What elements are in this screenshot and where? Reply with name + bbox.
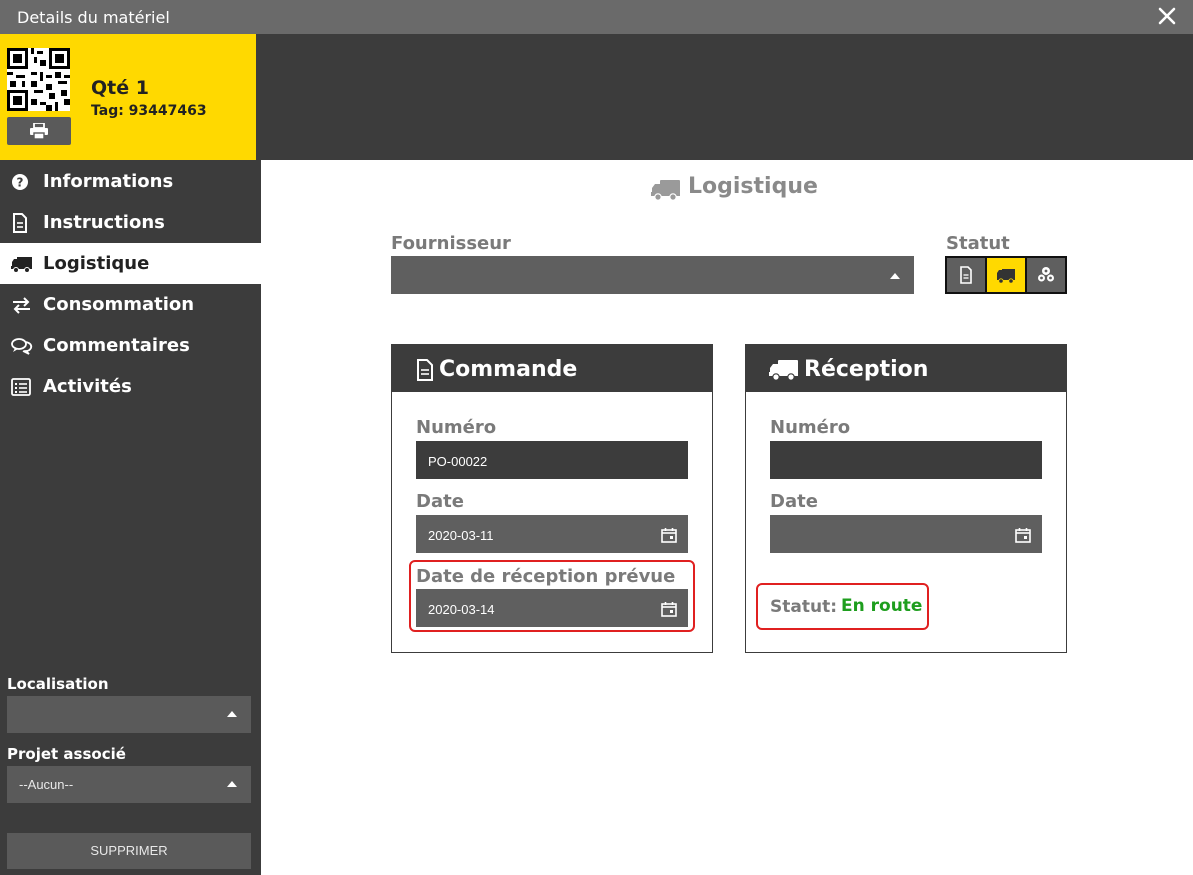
project-label: Projet associé: [7, 745, 126, 763]
header-band: [256, 34, 1193, 160]
svg-text:?: ?: [17, 176, 24, 190]
qr-code-icon: [7, 48, 70, 111]
tag-label: Tag: 93447463: [91, 103, 207, 119]
print-button[interactable]: [7, 117, 71, 145]
supplier-label: Fournisseur: [391, 233, 511, 254]
sidebar-item-activites[interactable]: Activités: [0, 366, 261, 407]
document-icon: [13, 213, 27, 233]
caret-up-icon: [890, 273, 900, 279]
window-title: Details du matériel: [17, 8, 170, 27]
order-date-input[interactable]: 2020-03-11: [416, 515, 688, 553]
sidebar-item-label: Instructions: [43, 212, 165, 233]
sidebar-item-informations[interactable]: ? Informations: [0, 161, 261, 202]
close-icon[interactable]: [1155, 4, 1179, 28]
status-ordered-button[interactable]: [947, 258, 985, 292]
truck-icon: [769, 360, 798, 381]
order-panel-header: Commande: [392, 345, 712, 392]
exchange-arrows-icon: [13, 297, 30, 314]
material-details-window: Details du matériel Qté 1 Tag: 93447463 …: [0, 0, 1193, 875]
print-icon: [30, 123, 48, 139]
sidebar: ? Informations Instructions Logistique C…: [0, 160, 261, 875]
reception-panel: Réception Numéro Date Statut: En route: [745, 344, 1067, 653]
document-icon: [960, 266, 972, 284]
sidebar-item-label: Informations: [43, 171, 174, 192]
sidebar-item-instructions[interactable]: Instructions: [0, 202, 261, 243]
location-select[interactable]: [7, 696, 251, 733]
status-label: Statut: [946, 233, 1010, 254]
sidebar-item-label: Activités: [43, 376, 132, 397]
sidebar-item-label: Consommation: [43, 294, 195, 315]
list-icon: [11, 378, 31, 396]
sidebar-item-label: Logistique: [43, 253, 150, 274]
caret-up-icon: [227, 711, 237, 717]
supplier-select[interactable]: [391, 256, 914, 294]
sidebar-item-consommation[interactable]: Consommation: [0, 284, 261, 325]
project-value: --Aucun--: [19, 777, 74, 792]
order-number-input[interactable]: PO-00022: [416, 441, 688, 479]
reception-date-label: Date: [770, 491, 818, 512]
project-select[interactable]: --Aucun--: [7, 766, 251, 803]
truck-icon: [997, 269, 1015, 284]
order-date-label: Date: [416, 491, 464, 512]
truck-icon: [651, 180, 680, 201]
sidebar-item-commentaires[interactable]: Commentaires: [0, 325, 261, 366]
quantity-label: Qté 1: [91, 77, 149, 99]
item-header: Qté 1 Tag: 93447463: [0, 34, 256, 160]
reception-panel-title: Réception: [804, 357, 929, 382]
expected-date-highlight: [409, 560, 695, 632]
question-circle-icon: ?: [12, 174, 28, 190]
reception-date-input[interactable]: [770, 515, 1042, 553]
status-in-transit-button[interactable]: [987, 258, 1025, 292]
truck-icon: [11, 257, 32, 273]
logistics-panel: Logistique Fournisseur Statut Commande N…: [261, 160, 1193, 875]
order-number-value: PO-00022: [428, 454, 488, 469]
document-icon: [417, 359, 433, 381]
boxes-icon: [1037, 267, 1055, 283]
sidebar-item-label: Commentaires: [43, 335, 190, 356]
reception-status-highlight: [756, 583, 929, 630]
order-panel-title: Commande: [439, 357, 578, 382]
reception-number-label: Numéro: [770, 417, 851, 438]
order-panel: Commande Numéro PO-00022 Date 2020-03-11…: [391, 344, 713, 653]
status-received-button[interactable]: [1027, 258, 1065, 292]
calendar-icon[interactable]: [1015, 527, 1031, 543]
caret-up-icon: [227, 781, 237, 787]
reception-panel-header: Réception: [746, 345, 1066, 392]
sidebar-item-logistique[interactable]: Logistique: [0, 243, 261, 284]
order-date-value: 2020-03-11: [428, 528, 494, 543]
order-number-label: Numéro: [416, 417, 497, 438]
comments-icon: [11, 338, 33, 355]
reception-number-input[interactable]: [770, 441, 1042, 479]
status-toggle-group: [945, 256, 1067, 294]
calendar-icon[interactable]: [661, 527, 677, 543]
title-bar: Details du matériel: [0, 0, 1193, 34]
delete-button[interactable]: SUPPRIMER: [7, 833, 251, 869]
location-label: Localisation: [7, 675, 109, 693]
section-title-text: Logistique: [688, 174, 818, 199]
